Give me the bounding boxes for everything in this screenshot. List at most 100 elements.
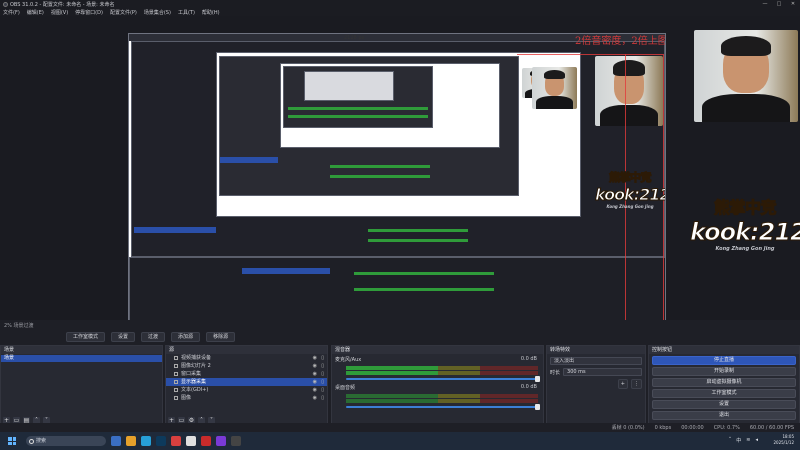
status-bar: 丢帧 0 (0.0%) 0 kbps 00:00:00 CPU: 0.7% 60…: [0, 423, 800, 432]
eye-icon[interactable]: ◉: [313, 378, 317, 386]
edge-icon[interactable]: [141, 436, 151, 446]
source-label: 窗口采集: [181, 371, 202, 377]
kook-sub-text: Kong Zhang Gon Jing: [606, 204, 654, 209]
preview-canvas[interactable]: 2128 px 2倍音密度，2倍上图 熊掌中竞 kook:212 Kong Zh…: [128, 33, 666, 336]
source-label: 图像幻灯片 2: [181, 363, 211, 369]
preview-area[interactable]: 2128 px 2倍音密度，2倍上图 熊掌中竞 kook:212 Kong Zh…: [0, 16, 800, 336]
duration-input[interactable]: 300 ms: [563, 368, 642, 376]
remove-source-button[interactable]: 移除源: [206, 331, 236, 342]
add-transition-button[interactable]: +: [617, 379, 628, 389]
source-item[interactable]: 图像幻灯片 2 ◉ ▯: [166, 362, 327, 370]
scene-transition-status: 2% 场景过渡: [4, 323, 34, 329]
menu-file[interactable]: 文件(F): [3, 9, 20, 16]
channel-name: 桌面音频: [335, 385, 356, 391]
maximize-button[interactable]: □: [772, 0, 786, 8]
webcam-overlay: [694, 30, 798, 122]
settings-button[interactable]: 设置: [111, 331, 136, 342]
nested-meter: [368, 239, 468, 242]
source-item[interactable]: 窗口采集 ◉ ▯: [166, 370, 327, 378]
source-item[interactable]: 视频捕获设备 ◉ ▯: [166, 354, 327, 362]
menu-profile[interactable]: 配置文件(P): [110, 9, 137, 16]
lock-icon[interactable]: ▯: [321, 370, 324, 378]
exit-button[interactable]: 退出: [652, 411, 796, 420]
app-icon[interactable]: [231, 436, 241, 446]
transition-type-select[interactable]: 淡入淡出: [550, 357, 642, 365]
explorer-icon[interactable]: [126, 436, 136, 446]
clock-date: 2025/1/12: [773, 440, 794, 445]
channel-db: 0.0 dB: [520, 384, 537, 390]
stop-streaming-button[interactable]: 停止直播: [652, 356, 796, 365]
app-icon[interactable]: [216, 436, 226, 446]
cpu-usage: CPU: 0.7%: [713, 424, 740, 431]
controls-dock: 控制按钮 停止直播 开始录制 启动虚拟摄像机 工作室模式 设置 退出: [648, 345, 800, 427]
minimize-button[interactable]: —: [758, 0, 772, 8]
obs-taskbar-icon[interactable]: [186, 436, 196, 446]
menu-view[interactable]: 视图(V): [51, 9, 68, 16]
nested-canvas-1: [216, 52, 581, 217]
mixer-channel: 麦克风/Aux 0.0 dB: [332, 354, 543, 365]
lock-icon[interactable]: ▯: [321, 362, 324, 370]
start-menu-icon[interactable]: [8, 437, 16, 445]
virtual-camera-button[interactable]: 启动虚拟摄像机: [652, 378, 796, 387]
taskbar-search[interactable]: 搜索: [26, 436, 106, 446]
clock[interactable]: 18:05 2025/1/12: [773, 434, 794, 446]
eye-icon[interactable]: ◉: [313, 354, 317, 362]
chevron-up-icon[interactable]: ˄: [729, 437, 732, 444]
nested-obs-3: [283, 66, 433, 128]
menu-help[interactable]: 帮助(H): [202, 9, 220, 16]
nested-scene-row: [220, 157, 278, 163]
source-label: 显示器采集: [181, 379, 207, 385]
lock-icon[interactable]: ▯: [321, 378, 324, 386]
wifi-icon[interactable]: ≋: [746, 437, 750, 444]
live-bitrate: 0 kbps: [654, 424, 672, 431]
window-controls: — □ ✕: [758, 0, 800, 8]
nested-meter: [288, 107, 428, 110]
lock-icon[interactable]: ▯: [321, 354, 324, 362]
source-item[interactable]: 图像 ◉ ▯: [166, 394, 327, 402]
eye-icon[interactable]: ◉: [313, 386, 317, 394]
audio-meter: [346, 394, 538, 398]
menu-docks[interactable]: 停靠窗口(D): [75, 9, 103, 16]
studio-mode-button[interactable]: 工作室模式: [652, 389, 796, 398]
audio-meter: [346, 371, 538, 375]
eye-icon[interactable]: ◉: [313, 362, 317, 370]
kook-brand-text: 熊掌中竞: [609, 171, 653, 185]
menu-edit[interactable]: 编辑(E): [27, 9, 44, 16]
speaker-icon[interactable]: ◂: [755, 437, 758, 444]
nested-obs-2: [219, 56, 519, 196]
source-item[interactable]: 文本(GDI+) ◉ ▯: [166, 386, 327, 394]
scene-item[interactable]: 场景: [1, 355, 162, 362]
eye-icon[interactable]: ◉: [313, 370, 317, 378]
volume-slider[interactable]: [346, 376, 540, 382]
audio-meter: [346, 366, 538, 370]
lock-icon[interactable]: ▯: [321, 394, 324, 402]
source-label: 图像: [181, 395, 192, 401]
app-icon[interactable]: [171, 436, 181, 446]
scenes-title: 场景: [1, 346, 162, 354]
menu-tools[interactable]: 工具(T): [178, 9, 195, 16]
lock-icon[interactable]: ▯: [321, 386, 324, 394]
app-icon[interactable]: [201, 436, 211, 446]
volume-slider[interactable]: [346, 404, 540, 410]
obs-window: OBS 31.0.2 - 配置文件: 未命名 - 场景: 未命名 — □ ✕ 文…: [0, 0, 800, 450]
kook-logo-text: kook:212: [595, 185, 666, 205]
transition-button[interactable]: 过渡: [141, 331, 166, 342]
duration-label: 时长: [550, 369, 561, 376]
source-item-selected[interactable]: 显示器采集 ◉ ▯: [166, 378, 327, 386]
studio-mode-toggle[interactable]: 工作室模式: [66, 331, 106, 342]
eye-icon[interactable]: ◉: [313, 394, 317, 402]
transition-menu-button[interactable]: ⋮: [631, 379, 642, 389]
add-source-button[interactable]: 添加源: [171, 331, 201, 342]
close-button[interactable]: ✕: [786, 0, 800, 8]
settings-control-button[interactable]: 设置: [652, 400, 796, 409]
task-view-icon[interactable]: [111, 436, 121, 446]
menu-scene-collection[interactable]: 场景集合(S): [144, 9, 171, 16]
record-time: 00:00:00: [681, 424, 704, 431]
start-recording-button[interactable]: 开始录制: [652, 367, 796, 376]
nested-webcam-medium: [532, 67, 577, 109]
nested-meter: [330, 165, 430, 168]
steam-icon[interactable]: [156, 436, 166, 446]
mixer-channel: 桌面音频 0.0 dB: [332, 382, 543, 393]
language-indicator[interactable]: 中: [736, 437, 741, 444]
red-guide-line: [517, 54, 663, 55]
